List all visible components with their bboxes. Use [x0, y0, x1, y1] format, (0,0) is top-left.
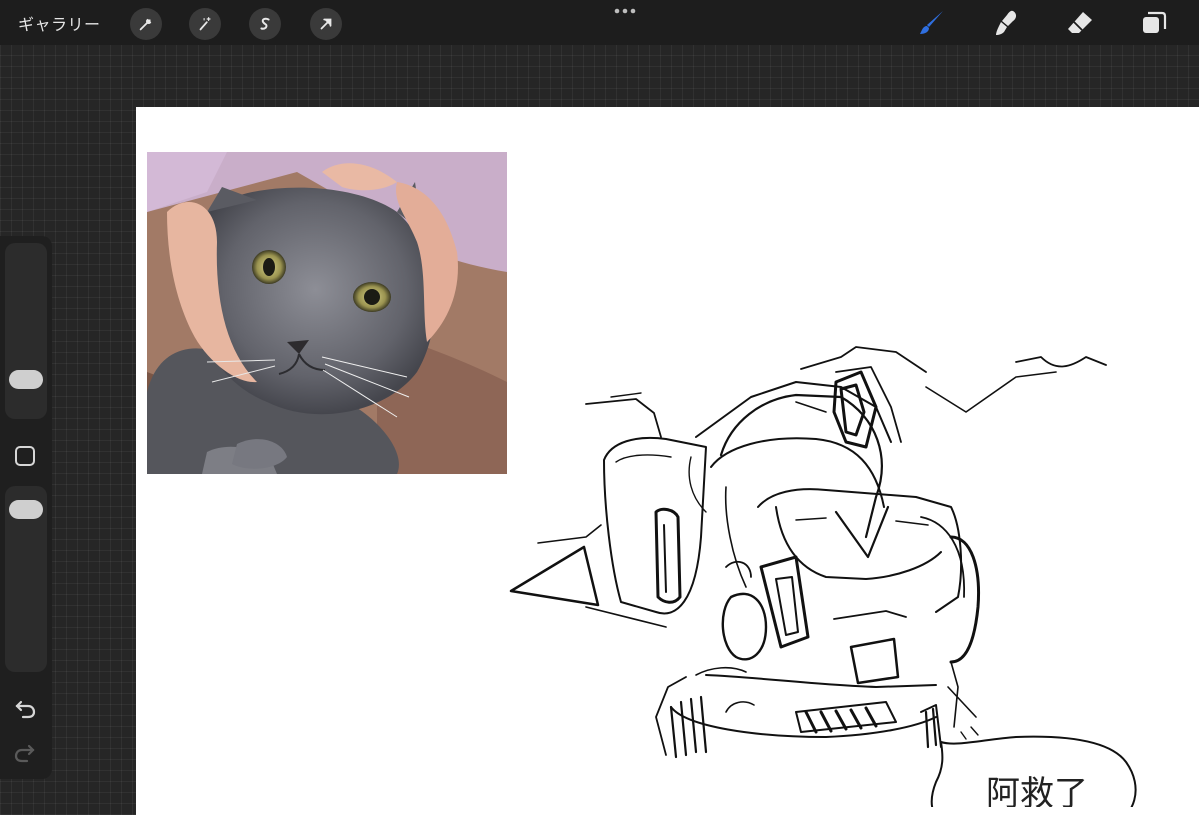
brush-size-slider[interactable] [5, 243, 47, 419]
modify-button[interactable] [15, 446, 35, 466]
eraser-icon[interactable] [1063, 6, 1097, 40]
brush-icon[interactable] [915, 6, 949, 40]
redo-icon[interactable] [11, 738, 39, 766]
drawing-canvas[interactable]: 阿救了 [136, 107, 1199, 815]
undo-icon[interactable] [11, 694, 39, 722]
robot-sketch: 阿救了 [496, 207, 1196, 815]
transform-arrow-icon[interactable] [310, 8, 342, 40]
left-sidebar [0, 236, 52, 779]
wrench-icon[interactable] [130, 8, 162, 40]
layers-icon[interactable] [1137, 6, 1171, 40]
smudge-icon[interactable] [989, 6, 1023, 40]
gallery-button[interactable]: ギャラリー [18, 11, 101, 35]
top-toolbar: ギャラリー [0, 0, 1199, 45]
opacity-thumb[interactable] [9, 500, 43, 519]
opacity-slider[interactable] [5, 486, 47, 672]
brush-size-thumb[interactable] [9, 370, 43, 389]
magic-wand-icon[interactable] [189, 8, 221, 40]
cat-photo [147, 152, 507, 474]
speech-text: 阿救了 [986, 774, 1088, 807]
more-options-icon[interactable] [611, 3, 639, 19]
selection-icon[interactable] [249, 8, 281, 40]
